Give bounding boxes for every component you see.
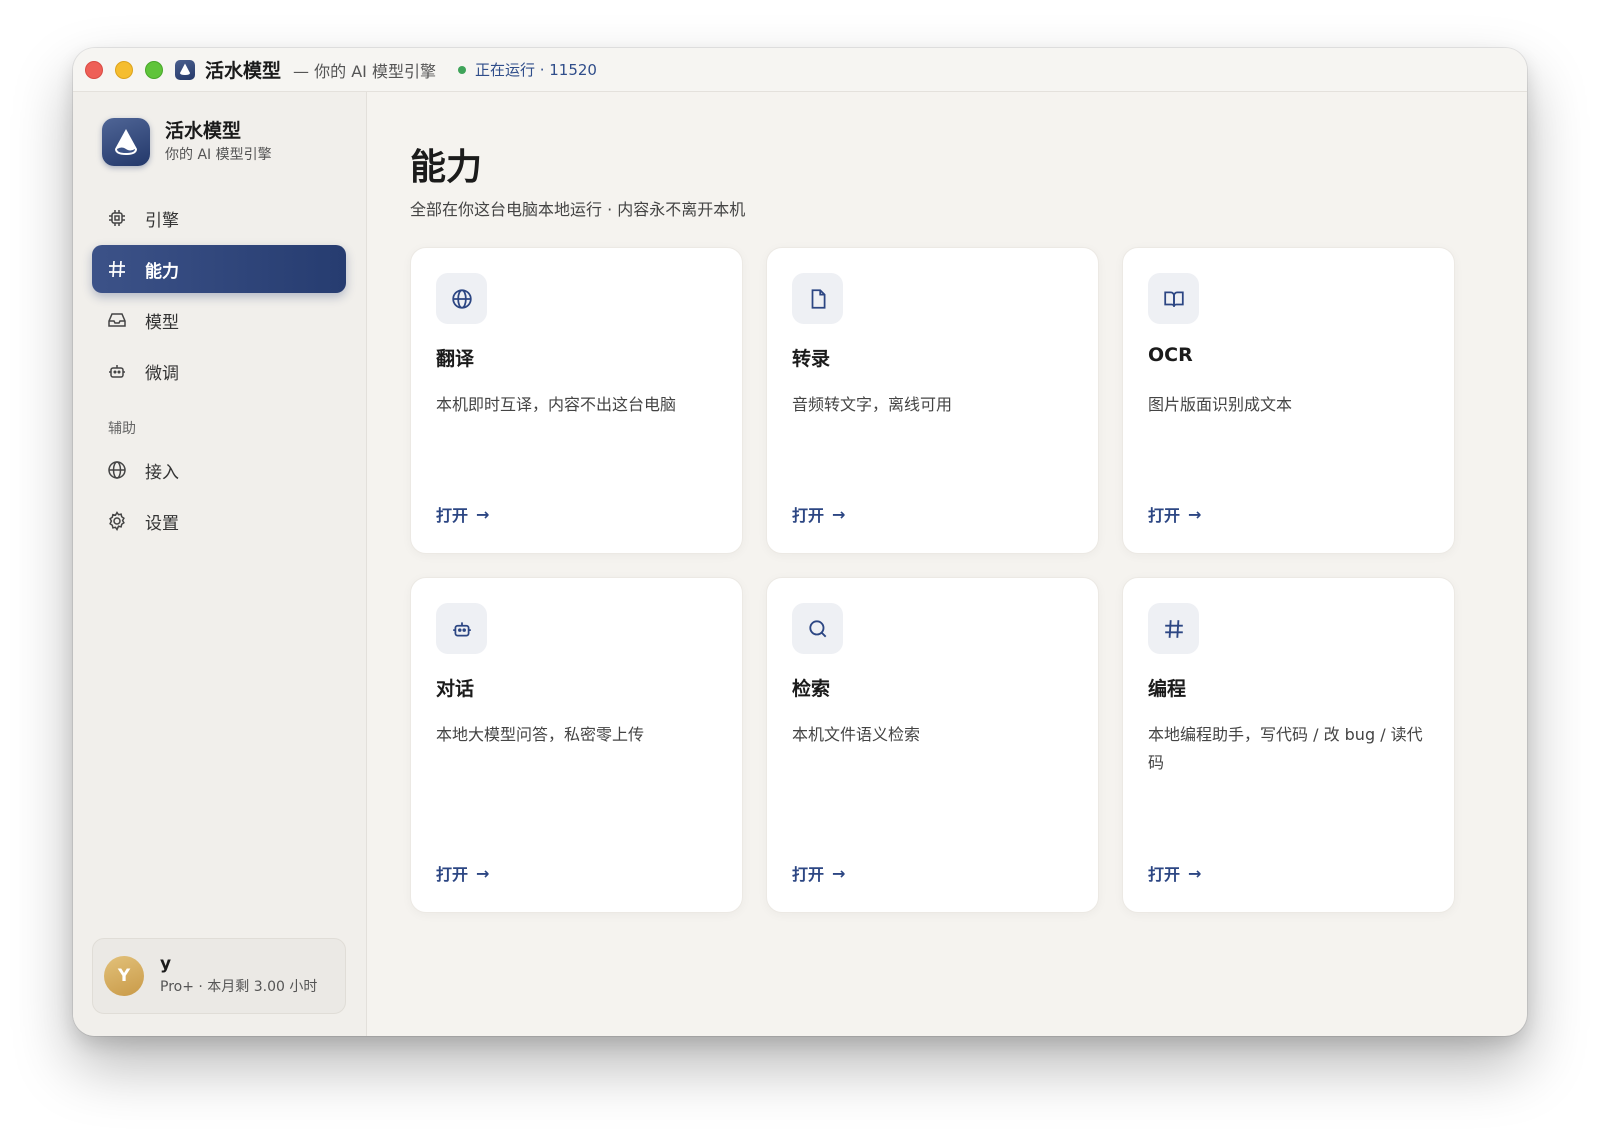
- hash-icon: [1148, 603, 1199, 654]
- close-window-button[interactable]: [85, 60, 103, 79]
- search-icon: [792, 603, 843, 654]
- inbox-icon: [107, 310, 127, 330]
- card-title: 翻译: [436, 348, 475, 370]
- open-link-label: 打开: [1148, 506, 1181, 525]
- user-name: y: [160, 954, 172, 974]
- sidebar-item-label: 模型: [145, 312, 179, 333]
- capability-card-transcribe[interactable]: 转录 音频转文字，离线可用 打开 →: [766, 247, 1099, 554]
- gear-icon: [107, 511, 127, 531]
- sidebar-item-label: 微调: [145, 363, 179, 384]
- page-title: 能力: [410, 147, 483, 188]
- open-link-label: 打开: [792, 865, 825, 884]
- open-link[interactable]: 打开 →: [436, 861, 489, 885]
- open-link[interactable]: 打开 →: [1148, 502, 1201, 526]
- arrow-right-icon: →: [1188, 863, 1202, 883]
- app-logo-icon: [175, 59, 195, 80]
- water-drop-icon: [102, 118, 150, 166]
- card-description: 本地大模型问答，私密零上传: [436, 725, 645, 744]
- chip-icon: [107, 208, 127, 228]
- user-plan: Pro+ · 本月剩 3.00 小时: [160, 979, 318, 995]
- card-description: 音频转文字，离线可用: [792, 395, 953, 414]
- card-title: 对话: [436, 678, 475, 700]
- capability-card-chat[interactable]: 对话 本地大模型问答，私密零上传 打开 →: [410, 577, 743, 913]
- sidebar-item-models[interactable]: 模型: [92, 296, 346, 344]
- arrow-right-icon: →: [476, 504, 490, 524]
- card-description: 图片版面识别成文本: [1148, 395, 1293, 414]
- open-link[interactable]: 打开 →: [1148, 861, 1201, 885]
- sidebar-item-integration[interactable]: 接入: [92, 446, 346, 494]
- window-title: 活水模型: [205, 60, 282, 82]
- open-link[interactable]: 打开 →: [792, 502, 845, 526]
- user-account-card[interactable]: Y y Pro+ · 本月剩 3.00 小时: [92, 938, 346, 1014]
- card-description: 本机即时互译，内容不出这台电脑: [436, 395, 677, 414]
- window-subtitle: — 你的 AI 模型引擎: [293, 61, 436, 81]
- sidebar-item-label: 引擎: [145, 210, 179, 231]
- title-bar: 活水模型 — 你的 AI 模型引擎 正在运行 · 11520: [73, 48, 1527, 92]
- robot-icon: [436, 603, 487, 654]
- globe-icon: [436, 273, 487, 324]
- sidebar: 活水模型 你的 AI 模型引擎 引擎 能力 模型 微调 辅助 接入 设置 Y y…: [73, 92, 367, 1036]
- traffic-lights: [85, 60, 175, 79]
- main-content: 能力 全部在你这台电脑本地运行 · 内容永不离开本机 翻译 本机即时互译，内容不…: [367, 92, 1527, 1036]
- sidebar-item-label: 接入: [145, 462, 179, 483]
- brand-name: 活水模型: [165, 120, 242, 142]
- brand-tagline: 你的 AI 模型引擎: [165, 147, 272, 163]
- sidebar-item-settings[interactable]: 设置: [92, 497, 346, 545]
- status-text: 正在运行 · 11520: [474, 61, 597, 79]
- open-link[interactable]: 打开 →: [792, 861, 845, 885]
- sidebar-item-engine[interactable]: 引擎: [92, 194, 346, 242]
- book-icon: [1148, 273, 1199, 324]
- open-link-label: 打开: [436, 865, 469, 884]
- arrow-right-icon: →: [1188, 504, 1202, 524]
- file-icon: [792, 273, 843, 324]
- arrow-right-icon: →: [476, 863, 490, 883]
- app-window: 活水模型 — 你的 AI 模型引擎 正在运行 · 11520 活水模型 你的 A…: [73, 48, 1527, 1036]
- open-link-label: 打开: [1148, 865, 1181, 884]
- hash-icon: [107, 259, 127, 279]
- sidebar-item-capabilities[interactable]: 能力: [92, 245, 346, 293]
- sidebar-item-finetune[interactable]: 微调: [92, 347, 346, 395]
- card-description: 本地编程助手，写代码 / 改 bug / 读代码: [1148, 725, 1423, 772]
- sidebar-section-label: 辅助: [108, 421, 136, 437]
- open-link-label: 打开: [792, 506, 825, 525]
- maximize-window-button[interactable]: [145, 60, 163, 79]
- brand: 活水模型 你的 AI 模型引擎: [102, 118, 272, 166]
- sidebar-item-label: 设置: [145, 513, 179, 534]
- minimize-window-button[interactable]: [115, 60, 133, 79]
- avatar: Y: [104, 956, 144, 996]
- card-title: OCR: [1148, 344, 1193, 366]
- capability-card-coding[interactable]: 编程 本地编程助手，写代码 / 改 bug / 读代码 打开 →: [1122, 577, 1455, 913]
- capability-card-ocr[interactable]: OCR 图片版面识别成文本 打开 →: [1122, 247, 1455, 554]
- capability-grid: 翻译 本机即时互译，内容不出这台电脑 打开 → 转录 音频转文字，离线可用 打开: [410, 247, 1455, 913]
- card-description: 本机文件语义检索: [792, 725, 921, 744]
- card-title: 转录: [792, 348, 831, 370]
- card-title: 编程: [1148, 678, 1187, 700]
- arrow-right-icon: →: [832, 863, 846, 883]
- open-link-label: 打开: [436, 506, 469, 525]
- capability-card-search[interactable]: 检索 本机文件语义检索 打开 →: [766, 577, 1099, 913]
- globe-icon: [107, 460, 127, 480]
- arrow-right-icon: →: [832, 504, 846, 524]
- capability-card-translate[interactable]: 翻译 本机即时互译，内容不出这台电脑 打开 →: [410, 247, 743, 554]
- robot-icon: [107, 361, 127, 381]
- card-title: 检索: [792, 678, 831, 700]
- sidebar-item-label: 能力: [145, 261, 179, 282]
- page-subtitle: 全部在你这台电脑本地运行 · 内容永不离开本机: [410, 200, 746, 219]
- status-dot-icon: [457, 65, 466, 74]
- open-link[interactable]: 打开 →: [436, 502, 489, 526]
